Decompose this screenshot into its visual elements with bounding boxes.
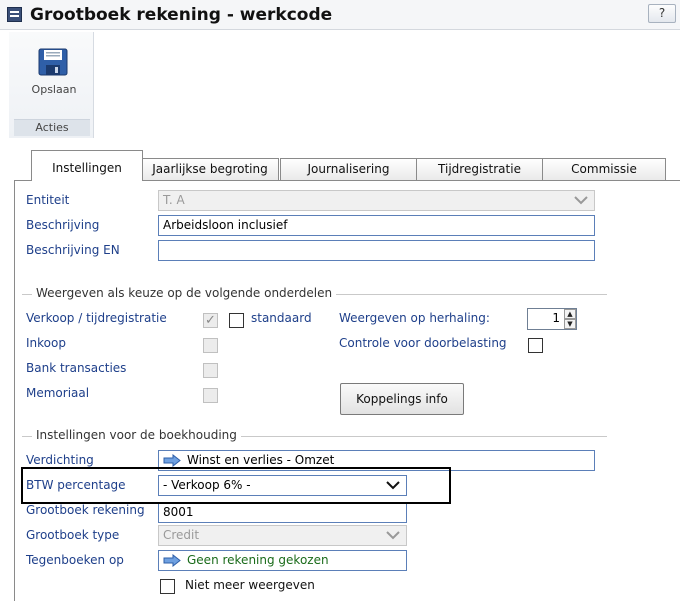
chevron-down-icon (386, 531, 400, 540)
stepper-down-icon[interactable]: ▼ (564, 319, 576, 329)
herhaling-stepper[interactable]: 1 ▲ ▼ (527, 308, 577, 330)
memoriaal-checkbox[interactable] (203, 388, 218, 403)
niet-meer-weergeven-label: Niet meer weergeven (185, 578, 315, 592)
controle-doorbelasting-checkbox[interactable] (528, 338, 543, 353)
floppy-disk-icon (38, 48, 68, 76)
grootboek-rekening-input[interactable]: 8001 (158, 502, 407, 523)
help-button[interactable]: ? (648, 4, 676, 23)
grootboek-type-label: Grootboek type (26, 528, 120, 542)
btw-percentage-label: BTW percentage (26, 478, 126, 492)
verkoop-label: Verkoop / tijdregistratie (26, 311, 167, 325)
boekhouding-group-title: Instellingen voor de boekhouding (32, 428, 241, 442)
standaard-label: standaard (251, 311, 312, 325)
checkmark-icon: ✓ (205, 313, 216, 328)
beschrijving-en-label: Beschrijving EN (26, 243, 120, 257)
inkoop-label: Inkoop (26, 336, 66, 350)
grootboek-rekening-label: Grootboek rekening (26, 503, 145, 517)
btw-percentage-value: - Verkoop 6% - (163, 478, 251, 492)
save-button[interactable]: Opslaan (24, 44, 84, 104)
tegenboeken-picker[interactable]: Geen rekening gekozen (158, 550, 407, 571)
verdichting-picker[interactable]: Winst en verlies - Omzet (158, 450, 595, 471)
niet-meer-weergeven-checkbox[interactable] (160, 579, 175, 594)
herhaling-label: Weergeven op herhaling: (339, 311, 490, 325)
tegenboeken-label: Tegenboeken op (26, 553, 124, 567)
verdichting-label: Verdichting (26, 453, 94, 467)
verkoop-checkbox[interactable]: ✓ (203, 313, 218, 328)
bank-transacties-checkbox[interactable] (203, 363, 218, 378)
memoriaal-label: Memoriaal (26, 386, 90, 400)
window-title: Grootboek rekening - werkcode (30, 5, 333, 25)
tab-instellingen[interactable]: Instellingen (31, 150, 143, 181)
koppelings-info-button[interactable]: Koppelings info (340, 383, 464, 415)
controle-doorbelasting-label: Controle voor doorbelasting (339, 336, 507, 350)
weergeven-group-title: Weergeven als keuze op de volgende onder… (32, 286, 337, 300)
inkoop-checkbox[interactable] (203, 338, 218, 353)
save-button-label: Opslaan (31, 83, 77, 96)
standaard-checkbox[interactable] (229, 313, 244, 328)
grootboek-type-select: Credit (158, 525, 407, 546)
herhaling-value: 1 (552, 311, 560, 325)
bank-transacties-label: Bank transacties (26, 361, 127, 375)
toolbar-group-label: Acties (14, 119, 90, 136)
beschrijving-input[interactable]: Arbeidsloon inclusief (158, 215, 595, 236)
toolbar (0, 31, 680, 138)
arrow-right-icon (163, 454, 181, 467)
arrow-right-icon (163, 554, 181, 567)
tab-tijdregistratie[interactable]: Tijdregistratie (416, 158, 543, 180)
window-app-icon (7, 7, 22, 22)
entiteit-value: T. A (163, 193, 185, 207)
tab-jaarlijkse-begroting[interactable]: Jaarlijkse begroting (141, 158, 279, 180)
entiteit-label: Entiteit (26, 193, 70, 207)
tab-strip: Instellingen Jaarlijkse begroting Journa… (14, 150, 680, 181)
chevron-down-icon (386, 481, 400, 490)
stepper-up-icon[interactable]: ▲ (564, 309, 576, 319)
chevron-down-icon (574, 196, 588, 205)
tegenboeken-value: Geen rekening gekozen (187, 553, 329, 567)
beschrijving-en-input[interactable] (158, 240, 595, 261)
btw-percentage-select[interactable]: - Verkoop 6% - (158, 475, 407, 496)
entiteit-select: T. A (158, 190, 595, 211)
beschrijving-label: Beschrijving (26, 218, 100, 232)
grootboek-type-value: Credit (163, 528, 200, 542)
tab-commissie[interactable]: Commissie (542, 158, 666, 180)
tab-journalisering[interactable]: Journalisering (280, 158, 417, 180)
verdichting-value: Winst en verlies - Omzet (187, 453, 335, 467)
